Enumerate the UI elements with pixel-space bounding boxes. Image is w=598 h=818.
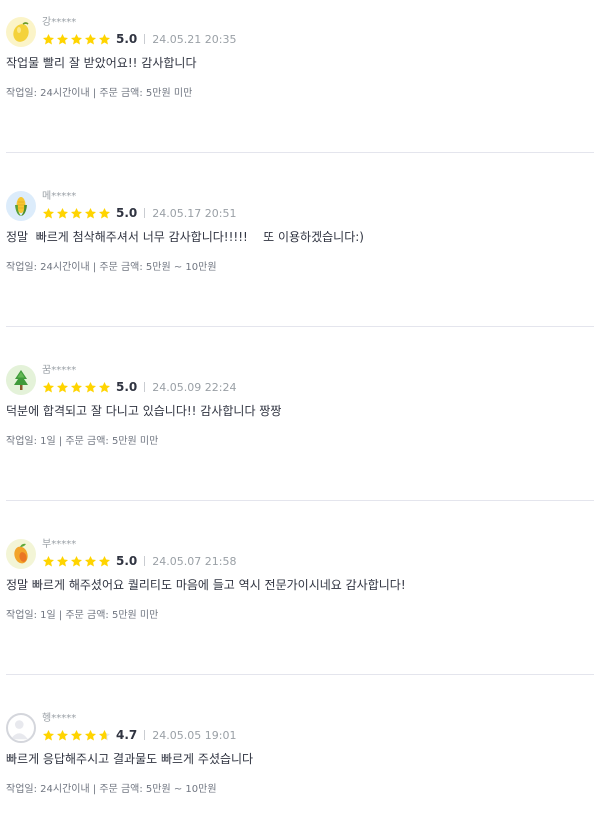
reviewer-name: 강*****: [42, 17, 77, 28]
divider: [6, 674, 594, 675]
star-icon: [84, 33, 97, 44]
star-icon: [70, 729, 83, 740]
star-icon: [84, 207, 97, 218]
star-icon: [98, 381, 111, 392]
separator: [144, 556, 146, 566]
separator: [144, 730, 146, 740]
star-icon: [84, 729, 97, 740]
star-icon: [84, 381, 97, 392]
separator: [144, 382, 146, 392]
corn-icon: [6, 191, 36, 221]
rating-score: 4.7: [116, 728, 138, 742]
rating-score: 5.0: [116, 380, 138, 394]
review-detail: 작업일: 24시간이내 | 주문 금액: 5만원 미만: [6, 88, 193, 99]
review-date: 24.05.05 19:01: [152, 728, 237, 742]
lemon-icon: [6, 17, 36, 47]
rating-row: 5.0 24.05.09 22:24: [42, 379, 236, 395]
reviewer-name: 메*****: [42, 191, 77, 202]
star-icon: [70, 207, 83, 218]
star-icon: [56, 33, 69, 44]
mango-icon: [6, 539, 36, 569]
star-icon: [42, 33, 55, 44]
divider: [6, 152, 594, 153]
divider: [6, 326, 594, 327]
rating-row: 5.0 24.05.07 21:58: [42, 553, 236, 569]
rating-row: 5.0 24.05.21 20:35: [42, 31, 236, 47]
reviewer-name: 부*****: [42, 539, 77, 550]
review-detail: 작업일: 24시간이내 | 주문 금액: 5만원 ~ 10만원: [6, 784, 217, 795]
review-detail: 작업일: 24시간이내 | 주문 금액: 5만원 ~ 10만원: [6, 262, 217, 273]
review-content: 정말 빠르게 첨삭해주셔서 너무 감사합니다!!!!! 또 이용하겠습니다:): [6, 230, 364, 244]
review-detail: 작업일: 1일 | 주문 금액: 5만원 미만: [6, 610, 159, 621]
review-content: 정말 빠르게 해주셨어요 퀄리티도 마음에 들고 역시 전문가이시네요 감사합니…: [6, 578, 406, 592]
star-icon: [42, 555, 55, 566]
star-icon: [56, 555, 69, 566]
star-rating: [42, 555, 111, 568]
star-rating: [42, 207, 111, 220]
rating-score: 5.0: [116, 554, 138, 568]
star-rating: [42, 33, 111, 46]
rating-score: 5.0: [116, 206, 138, 220]
review-content: 덕분에 합격되고 잘 다니고 있습니다!! 감사합니다 짱짱: [6, 404, 282, 418]
reviewer-name: 헹*****: [42, 713, 77, 724]
separator: [144, 208, 146, 218]
star-icon: [42, 207, 55, 218]
review-date: 24.05.07 21:58: [152, 554, 237, 568]
separator: [144, 34, 146, 44]
star-icon: [98, 729, 111, 740]
star-icon: [56, 207, 69, 218]
default-avatar-icon: [6, 713, 36, 743]
rating-row: 5.0 24.05.17 20:51: [42, 205, 236, 221]
star-icon: [98, 207, 111, 218]
star-icon: [98, 555, 111, 566]
star-rating: [42, 381, 111, 394]
star-icon: [70, 33, 83, 44]
star-icon: [56, 381, 69, 392]
star-icon: [84, 555, 97, 566]
review-date: 24.05.09 22:24: [152, 380, 237, 394]
star-icon: [98, 33, 111, 44]
reviewer-name: 꿈*****: [42, 365, 77, 376]
review-detail: 작업일: 1일 | 주문 금액: 5만원 미만: [6, 436, 159, 447]
rating-row: 4.7 24.05.05 19:01: [42, 727, 236, 743]
divider: [6, 500, 594, 501]
star-icon: [70, 381, 83, 392]
review-date: 24.05.21 20:35: [152, 32, 237, 46]
review-content: 작업물 빨리 잘 받았어요!! 감사합니다: [6, 56, 197, 70]
star-icon: [56, 729, 69, 740]
star-rating: [42, 729, 111, 742]
star-icon: [70, 555, 83, 566]
star-icon: [42, 381, 55, 392]
review-date: 24.05.17 20:51: [152, 206, 237, 220]
rating-score: 5.0: [116, 32, 138, 46]
tree-icon: [6, 365, 36, 395]
star-icon: [42, 729, 55, 740]
review-content: 빠르게 응답해주시고 결과물도 빠르게 주셨습니다: [6, 752, 254, 766]
